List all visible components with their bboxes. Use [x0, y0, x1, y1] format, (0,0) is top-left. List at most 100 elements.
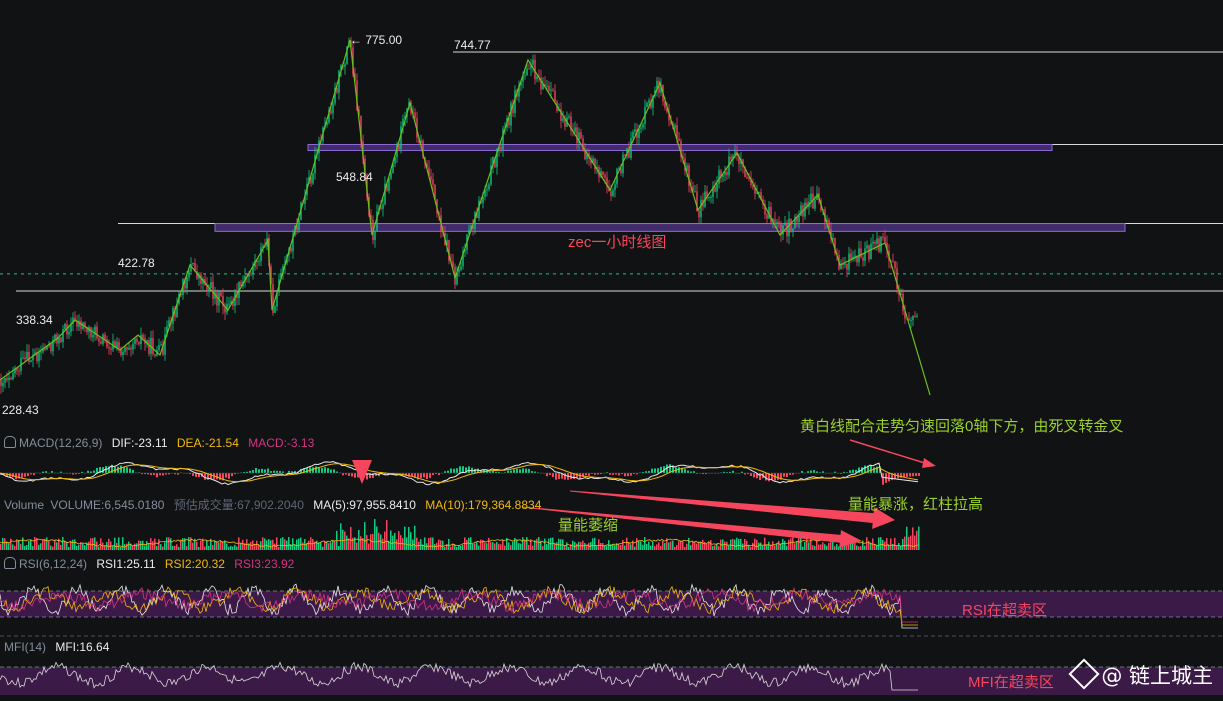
candle-body	[22, 357, 24, 359]
macd-histogram-bar	[267, 468, 269, 473]
macd-histogram-bar	[789, 473, 791, 475]
macd-histogram-bar	[468, 466, 470, 473]
macd-histogram-bar	[522, 468, 524, 473]
volume-bar	[118, 537, 120, 550]
candle-body	[648, 100, 650, 103]
candle-body	[786, 222, 788, 237]
volume-bar	[352, 537, 354, 550]
candle-body	[128, 347, 130, 350]
mfi-legend: MFI(14) MFI:16.64	[4, 640, 115, 654]
candle-body	[870, 243, 872, 260]
candle-body	[694, 191, 696, 193]
volume-bar	[144, 545, 146, 550]
volume-bar	[782, 538, 784, 550]
volume-bar	[772, 541, 774, 550]
volume-bar	[380, 534, 382, 550]
volume-bar	[676, 545, 678, 550]
candle-body	[332, 103, 334, 114]
volume-bar	[284, 539, 286, 550]
candle-body	[916, 315, 918, 317]
bell-icon[interactable]	[4, 557, 16, 569]
volume-bar	[622, 539, 624, 550]
candle-body	[130, 347, 132, 350]
macd-histogram-bar	[624, 473, 626, 477]
volume-bar	[546, 544, 548, 550]
volume-bar	[66, 542, 68, 550]
candle-body	[460, 266, 462, 270]
volume-bar	[556, 542, 558, 550]
candle-body	[708, 197, 710, 199]
volume-bar	[30, 539, 32, 550]
volume-bar	[34, 537, 36, 550]
candle-body	[382, 204, 384, 209]
volume-bar	[822, 542, 824, 550]
bell-icon[interactable]	[4, 436, 16, 448]
macd-histogram-bar	[270, 471, 272, 473]
candle-body	[726, 171, 728, 176]
volume-bar	[240, 543, 242, 550]
volume-bar	[690, 545, 692, 550]
volume-bar	[218, 542, 220, 550]
volume-bar	[916, 530, 918, 550]
candle-body	[4, 378, 6, 383]
volume-bar	[176, 544, 178, 550]
volume-bar	[72, 539, 74, 550]
candle-body	[710, 196, 712, 198]
volume-bar	[542, 546, 544, 550]
macd-histogram-bar	[627, 473, 629, 477]
volume-bar	[68, 546, 70, 550]
volume-bar	[564, 545, 566, 550]
macd-histogram-bar	[807, 471, 809, 473]
volume-bar	[2, 537, 4, 550]
macd-histogram-bar	[507, 470, 509, 473]
volume-bar	[752, 542, 754, 550]
volume-bar	[142, 540, 144, 550]
macd-arrow-line	[849, 439, 929, 465]
volume-bar	[528, 544, 530, 550]
volume-bar	[672, 540, 674, 550]
macd-histogram-bar	[693, 471, 695, 473]
volume-bar	[904, 536, 906, 550]
macd-histogram-bar	[777, 473, 779, 480]
candle-body	[714, 186, 716, 192]
volume-bar	[20, 544, 22, 550]
volume-bar	[682, 541, 684, 550]
volume-bar	[468, 537, 470, 550]
volume-bar	[172, 545, 174, 550]
macd-histogram-bar	[585, 473, 587, 476]
volume-bar	[918, 526, 920, 550]
candle-body	[914, 315, 916, 317]
mfi-name: MFI(14)	[4, 640, 46, 654]
macd-histogram-bar	[570, 473, 572, 480]
volume-bar	[742, 543, 744, 550]
price-chart[interactable]	[0, 0, 1223, 701]
candle-body	[414, 112, 416, 119]
candle-body	[568, 116, 570, 118]
volume-bar	[76, 545, 78, 550]
candle-body	[552, 89, 554, 91]
volume-bar	[750, 546, 752, 550]
volume-bar	[714, 545, 716, 550]
macd-histogram-bar	[276, 470, 278, 473]
volume-bar	[162, 546, 164, 550]
candle-body	[118, 341, 120, 349]
volume-bar	[168, 537, 170, 550]
volume-bar	[12, 544, 14, 550]
volume-bar	[894, 537, 896, 550]
candle-body	[798, 215, 800, 222]
candle-body	[810, 193, 812, 202]
volume-bar	[330, 542, 332, 550]
volume-bar	[442, 540, 444, 550]
macd-histogram-bar	[96, 468, 98, 473]
macd-histogram-bar	[906, 473, 908, 477]
volume-surge-annotation: 量能暴涨，红柱拉高	[848, 496, 984, 513]
volume-bar	[462, 544, 464, 550]
volume-bar	[626, 537, 628, 550]
volume-bar	[98, 546, 100, 550]
candle-body	[524, 75, 526, 77]
volume-bar	[642, 544, 644, 550]
candle-body	[698, 211, 700, 218]
candle-body	[390, 173, 392, 179]
candle-body	[574, 127, 576, 132]
candle-body	[528, 68, 530, 70]
